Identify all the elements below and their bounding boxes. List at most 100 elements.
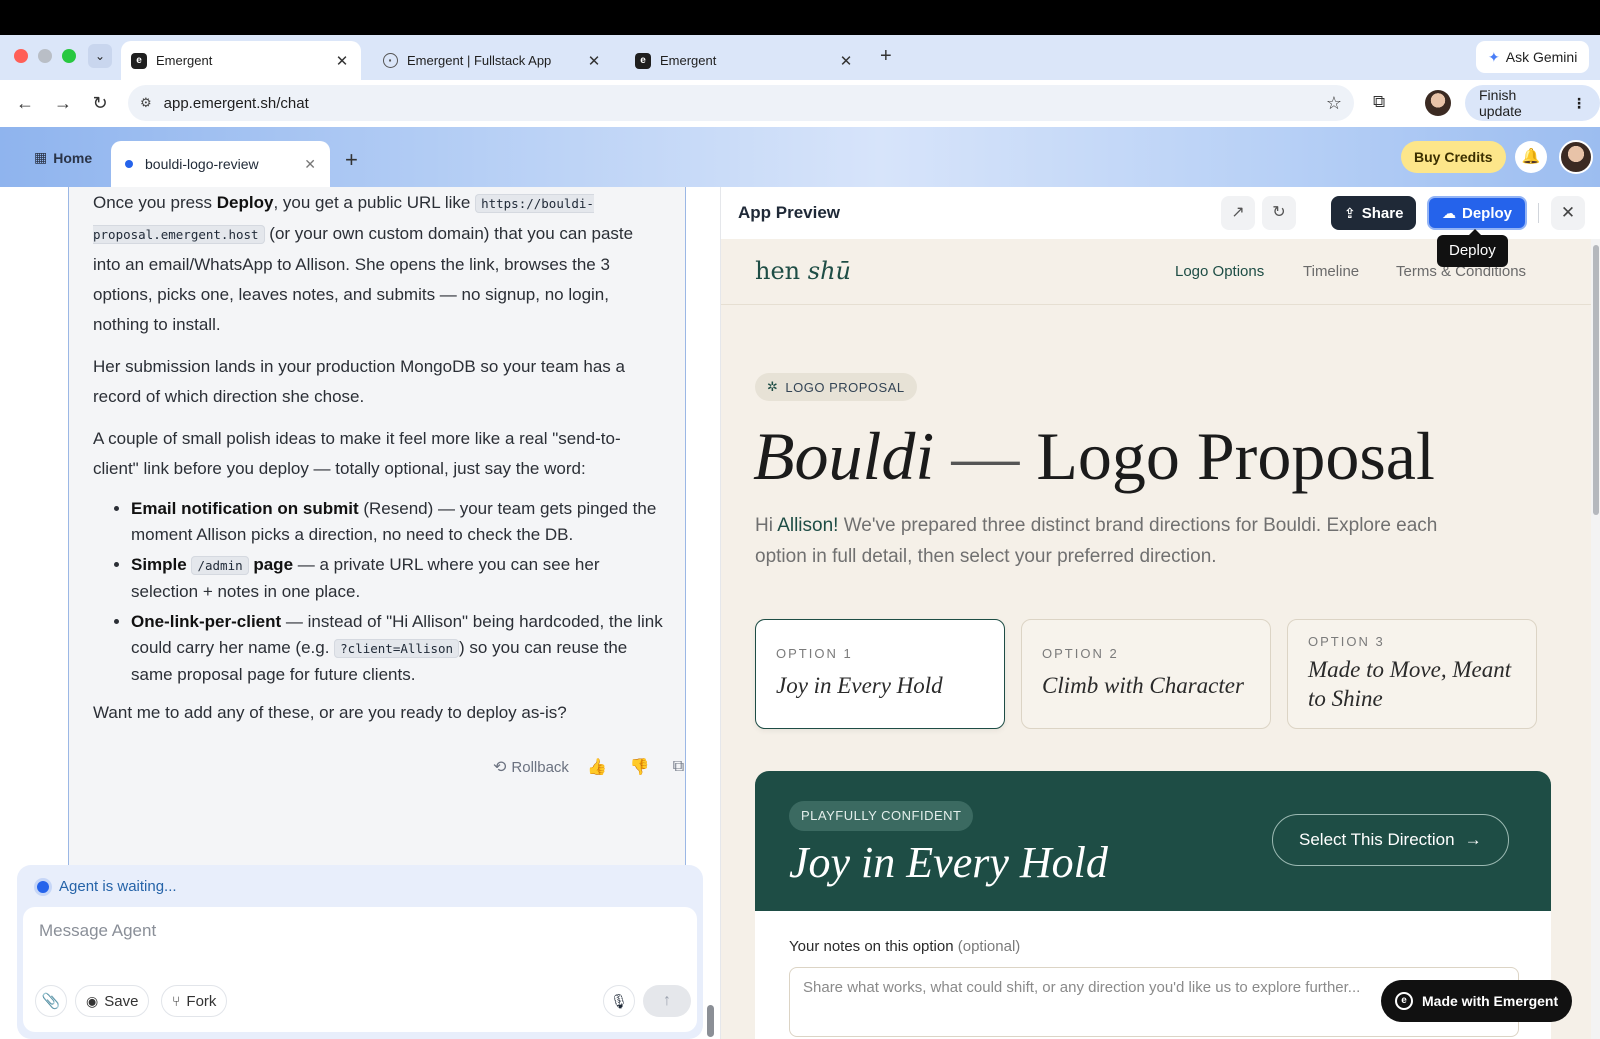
option-label: OPTION 3 (1308, 634, 1385, 649)
share-button[interactable]: ⇪ Share (1331, 196, 1417, 230)
deploy-label: Deploy (1462, 204, 1513, 222)
tab-close-icon[interactable]: ✕ (837, 52, 855, 70)
made-with-emergent-badge[interactable]: e Made with Emergent (1381, 980, 1573, 1022)
deploy-button[interactable]: ☁ Deploy (1427, 196, 1528, 230)
option-card-1[interactable]: OPTION 1 Joy in Every Hold (755, 619, 1005, 729)
microphone-icon[interactable]: 🎙 (603, 985, 635, 1017)
window-minimize-button[interactable] (38, 49, 52, 63)
attach-button[interactable]: 📎 (35, 985, 67, 1017)
refresh-icon[interactable]: ↻ (1262, 196, 1296, 230)
site-settings-icon[interactable]: ⚙ (140, 95, 152, 111)
tab-search-chevron-icon[interactable]: ⌄ (88, 44, 112, 68)
window-close-button[interactable] (14, 49, 28, 63)
emergent-favicon-icon: e (635, 52, 651, 69)
address-bar[interactable]: ⚙ app.emergent.sh/chat ☆ (128, 85, 1354, 121)
preview-scrollbar[interactable] (1591, 239, 1600, 1039)
site-logo[interactable]: hen shū (755, 257, 851, 285)
close-tab-icon[interactable]: ✕ (304, 156, 316, 173)
browser-tab-1[interactable]: e Emergent ✕ (121, 41, 361, 80)
home-label: Home (53, 149, 93, 166)
composer: Agent is waiting... 📎 ◉ Save ⑂ Fork 🎙 ↑ (17, 865, 703, 1039)
scroll-thumb[interactable] (1593, 245, 1599, 515)
rollback-button[interactable]: ⟲ Rollback (493, 757, 569, 777)
option-card-2[interactable]: OPTION 2 Climb with Character (1021, 619, 1271, 729)
browser-tab-title: Emergent | Fullstack App (407, 53, 552, 68)
share-label: Share (1361, 204, 1404, 222)
select-direction-button[interactable]: Select This Direction → (1272, 814, 1509, 866)
preview-site: hen shū Logo Options Timeline Terms & Co… (721, 239, 1591, 1039)
nav-logo-options[interactable]: Logo Options (1175, 263, 1264, 280)
paperclip-icon: 📎 (41, 993, 61, 1010)
fork-label: Fork (186, 992, 217, 1010)
preview-title: App Preview (738, 203, 841, 222)
preview-pane: App Preview ↗ ↻ ⇪ Share ☁ Deploy ✕ Deplo… (720, 187, 1600, 1039)
agent-status-label: Agent is waiting... (59, 878, 177, 895)
sparkle-icon: ✲ (767, 379, 779, 394)
browser-tab-3[interactable]: e Emergent ✕ (625, 41, 865, 80)
share-icon: ⇪ (1344, 204, 1356, 221)
close-preview-icon[interactable]: ✕ (1551, 196, 1585, 230)
option-label: OPTION 1 (776, 646, 853, 661)
app-header: ▦ Home bouldi-logo-review ✕ + Buy Credit… (0, 127, 1600, 187)
fork-button[interactable]: ⑂ Fork (161, 985, 228, 1017)
deploy-tooltip: Deploy (1437, 229, 1508, 267)
agent-message-card: Once you press Deploy, you get a public … (68, 187, 686, 932)
window-zoom-button[interactable] (62, 49, 76, 63)
logo-proposal-chip: ✲ LOGO PROPOSAL (755, 373, 917, 401)
bookmark-star-icon[interactable]: ☆ (1326, 93, 1342, 114)
thumbs-down-icon[interactable]: 👎 (630, 757, 650, 777)
emergent-favicon-icon: e (131, 52, 147, 69)
reload-icon[interactable]: ↻ (87, 90, 113, 116)
extensions-puzzle-icon[interactable]: ⧉ (1373, 92, 1385, 112)
made-with-label: Made with Emergent (1422, 993, 1559, 1009)
rollback-label: Rollback (511, 758, 569, 776)
thumbs-up-icon[interactable]: 👍 (587, 757, 607, 777)
direction-title: Joy in Every Hold (789, 838, 1108, 887)
bell-icon[interactable]: 🔔 (1515, 141, 1547, 173)
direction-card: PLAYFULLY CONFIDENT Joy in Every Hold Se… (755, 771, 1551, 911)
tab-close-icon[interactable]: ✕ (585, 52, 603, 70)
agent-status: Agent is waiting... (37, 878, 177, 895)
forward-arrow-icon[interactable]: → (50, 90, 76, 116)
home-tab[interactable]: ▦ Home (34, 149, 92, 166)
option-title: Climb with Character (1042, 673, 1244, 698)
github-icon: ◉ (86, 992, 99, 1009)
composer-box: 📎 ◉ Save ⑂ Fork 🎙 ↑ (23, 907, 697, 1032)
new-tab-button[interactable]: + (880, 45, 892, 68)
finish-update-button[interactable]: Finish update ⋮ (1465, 85, 1600, 121)
browser-tab-2[interactable]: · Emergent | Fullstack App ✕ (373, 41, 613, 80)
tab-close-icon[interactable]: ✕ (333, 52, 351, 70)
browser-tab-title: Emergent (660, 53, 717, 68)
option-card-3[interactable]: OPTION 3 Made to Move, Meant to Shine (1287, 619, 1537, 729)
copy-icon[interactable]: ⧉ (673, 758, 684, 776)
browser-tab-strip: ⌄ e Emergent ✕ · Emergent | Fullstack Ap… (0, 35, 1600, 101)
open-external-icon[interactable]: ↗ (1221, 196, 1255, 230)
more-vertical-icon[interactable]: ⋮ (1572, 95, 1586, 112)
project-tab[interactable]: bouldi-logo-review ✕ (111, 141, 330, 187)
message-actions: ⟲ Rollback 👍 👎 ⧉ (493, 757, 689, 777)
chat-scrollbar[interactable] (707, 1005, 714, 1037)
profile-avatar[interactable] (1425, 90, 1451, 116)
send-button[interactable]: ↑ (643, 985, 691, 1017)
add-project-tab-button[interactable]: + (345, 147, 358, 173)
history-icon: ⟲ (493, 759, 507, 776)
save-button[interactable]: ◉ Save (75, 985, 150, 1017)
ask-gemini-button[interactable]: ✦ Ask Gemini (1476, 41, 1590, 73)
ask-gemini-label: Ask Gemini (1505, 49, 1578, 65)
message-input[interactable] (39, 921, 679, 941)
screen-top-bar (0, 0, 1600, 35)
address-url[interactable]: app.emergent.sh/chat (164, 95, 1326, 112)
hero-title: Bouldi — Logo Proposal (753, 418, 1435, 494)
buy-credits-button[interactable]: Buy Credits (1401, 141, 1506, 173)
globe-favicon-icon: · (383, 53, 398, 68)
option-title: Joy in Every Hold (776, 673, 943, 698)
user-avatar[interactable] (1559, 140, 1593, 174)
chat-pane: Once you press Deploy, you get a public … (0, 187, 720, 1039)
hero-subtitle: Hi Allison! We've prepared three distinc… (755, 515, 1438, 567)
direction-chip: PLAYFULLY CONFIDENT (789, 801, 974, 831)
nav-timeline[interactable]: Timeline (1303, 263, 1359, 280)
suggestion-item: Email notification on submit (Resend) — … (131, 496, 663, 548)
back-arrow-icon[interactable]: ← (12, 90, 38, 116)
message-paragraph: A couple of small polish ideas to make i… (93, 429, 621, 478)
message-paragraph: Once you press Deploy, you get a public … (93, 193, 634, 334)
